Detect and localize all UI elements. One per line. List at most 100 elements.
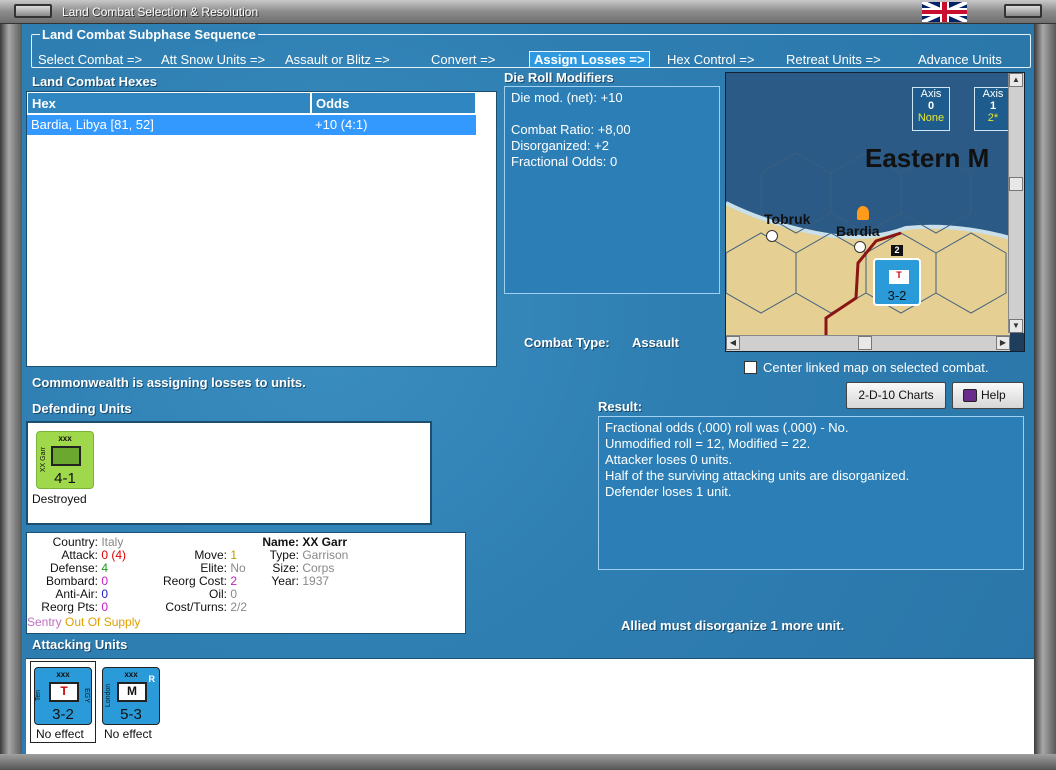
combat-type-value: Assault [632,335,679,350]
defending-unit-value: 4-1 [54,470,76,487]
stat-defense-value: 4 [101,561,109,575]
result-line: Defender loses 1 unit. [605,484,732,499]
map-unit-counter[interactable]: T 3-2 [873,258,921,306]
defending-unit-status: Destroyed [32,492,87,506]
unit-side-label: Ten [35,689,43,702]
linked-map[interactable]: Eastern M Tobruk Bardia 2 T 3-2 Axis 0 N… [725,72,1025,352]
modifier-ratio: Combat Ratio: +8,00 [511,122,631,137]
unit-type-letter: T [60,684,68,698]
column-header-hex[interactable]: Hex [27,92,311,114]
status-message: Commonwealth is assigning losses to unit… [32,375,306,390]
map-unit-value: 3-2 [887,288,907,303]
result-line: Half of the surviving attacking units ar… [605,468,910,483]
scroll-right-icon[interactable]: ▶ [996,336,1010,350]
modifier-disorganized: Disorganized: +2 [511,138,609,153]
axis-box-0[interactable]: Axis 0 None [912,87,950,131]
scroll-up-icon[interactable]: ▲ [1009,73,1023,87]
map-vertical-scrollbar[interactable]: ▲ ▼ [1008,73,1024,333]
help-button-label: Help [981,388,1006,402]
subphase-title: Land Combat Subphase Sequence [40,27,258,42]
infantry-symbol-icon [51,446,81,466]
stat-name-value: XX Garr [302,535,348,549]
horizontal-scroll-thumb[interactable] [858,336,872,350]
table-row-odds[interactable]: +10 (4:1) [311,115,476,135]
step-advance-units[interactable]: Advance Units [918,52,1002,67]
result-title: Result: [598,399,643,414]
unit-side-label: London [105,683,113,708]
unit-size-label: xxx [58,434,72,443]
stat-reorgcost-value: 2 [230,574,238,588]
title-bar[interactable]: Land Combat Selection & Resolution [0,0,1056,24]
help-button[interactable]: Help [952,382,1024,409]
scroll-down-icon[interactable]: ▼ [1009,319,1023,333]
hexes-title: Land Combat Hexes [32,74,157,89]
stat-year-value: 1937 [302,574,330,588]
column-header-odds[interactable]: Odds [311,92,476,114]
result-box: Fractional odds (.000) roll was (.000) -… [598,416,1024,570]
modifier-fractional: Fractional Odds: 0 [511,154,618,169]
defending-units-box: xxx XX Garr 4-1 Destroyed [26,421,432,525]
result-line: Fractional odds (.000) roll was (.000) -… [605,420,849,435]
stat-attack-base: (4) [111,548,127,562]
step-convert[interactable]: Convert => [431,52,495,67]
port-icon [766,230,778,242]
stat-elite-value: No [230,561,246,575]
center-map-label[interactable]: Center linked map on selected combat. [763,360,988,375]
window-menu-icon[interactable] [14,4,52,18]
stat-size-value: Corps [302,561,335,575]
attacking-title: Attacking Units [32,637,128,652]
attacking-unit-status: No effect [104,727,152,741]
stat-attack-value: 0 [101,548,109,562]
unit-right-label: R [148,674,156,684]
center-map-checkbox[interactable] [744,361,757,374]
allied-message: Allied must disorganize 1 more unit. [621,618,845,633]
scroll-left-icon[interactable]: ◀ [726,336,740,350]
stat-move-value: 1 [230,548,238,562]
step-hex-control[interactable]: Hex Control => [667,52,754,67]
step-assign-losses[interactable]: Assign Losses => [529,51,650,68]
table-row-hex[interactable]: Bardia, Libya [81, 52] [27,115,311,135]
modifiers-title: Die Roll Modifiers [504,70,614,85]
modifier-net: Die mod. (net): +10 [511,90,623,105]
step-att-snow-units[interactable]: Att Snow Units => [161,52,265,67]
step-retreat-units[interactable]: Retreat Units => [786,52,881,67]
defending-title: Defending Units [32,401,132,416]
map-horizontal-scrollbar[interactable]: ◀ ▶ [726,335,1010,351]
map-region-label: Eastern M [865,143,990,173]
stat-reorgpts-key: Reorg Pts: [41,600,98,614]
defending-unit-counter[interactable]: xxx XX Garr 4-1 [36,431,94,489]
help-book-icon [963,389,977,402]
stat-costturns-value: 2/2 [230,600,248,614]
unit-side-label: XX Garr [40,446,48,473]
map-city-tobruk: Tobruk [764,211,811,227]
subphase-sequence: Land Combat Subphase Sequence Select Com… [31,27,1031,68]
stat-country-value: Italy [101,535,124,549]
stat-sentry: Sentry [27,615,62,629]
attacking-unit-value: 3-2 [52,706,74,723]
stat-antiair-value: 0 [101,587,109,601]
close-window-button[interactable] [1004,4,1042,18]
attacking-unit-counter[interactable]: xxx London R M 5-3 [102,667,160,725]
attacking-unit-counter[interactable]: xxx Ten EGY T 3-2 [34,667,92,725]
unit-type-letter: M [127,684,137,698]
axis-label: Axis [982,88,1004,100]
stat-reorgpts-value: 0 [101,600,109,614]
main-panel: Land Combat Subphase Sequence Select Com… [22,24,1034,754]
combat-type-label: Combat Type: [524,335,610,350]
result-line: Unmodified roll = 12, Modified = 22. [605,436,811,451]
charts-button[interactable]: 2-D-10 Charts [846,382,946,409]
stat-year-key: Year: [271,574,299,588]
unit-stats-panel: Country: Italy Attack: 0 (4) Defense: 4 … [26,532,466,634]
window-title: Land Combat Selection & Resolution [62,5,259,19]
step-assault-or-blitz[interactable]: Assault or Blitz => [285,52,390,67]
map-canvas[interactable] [726,73,1010,337]
axis-sub: None [917,112,945,124]
bottom-frame [0,754,1056,770]
unit-right-label: EGY [82,688,90,703]
stat-costturns-key: Cost/Turns: [165,600,227,614]
hexes-table[interactable]: Hex Odds Bardia, Libya [81, 52] +10 (4:1… [26,91,497,367]
attacking-unit-status: No effect [36,727,84,741]
axis-box-1[interactable]: Axis 1 2* [974,87,1012,131]
step-select-combat[interactable]: Select Combat => [38,52,142,67]
vertical-scroll-thumb[interactable] [1009,177,1023,191]
